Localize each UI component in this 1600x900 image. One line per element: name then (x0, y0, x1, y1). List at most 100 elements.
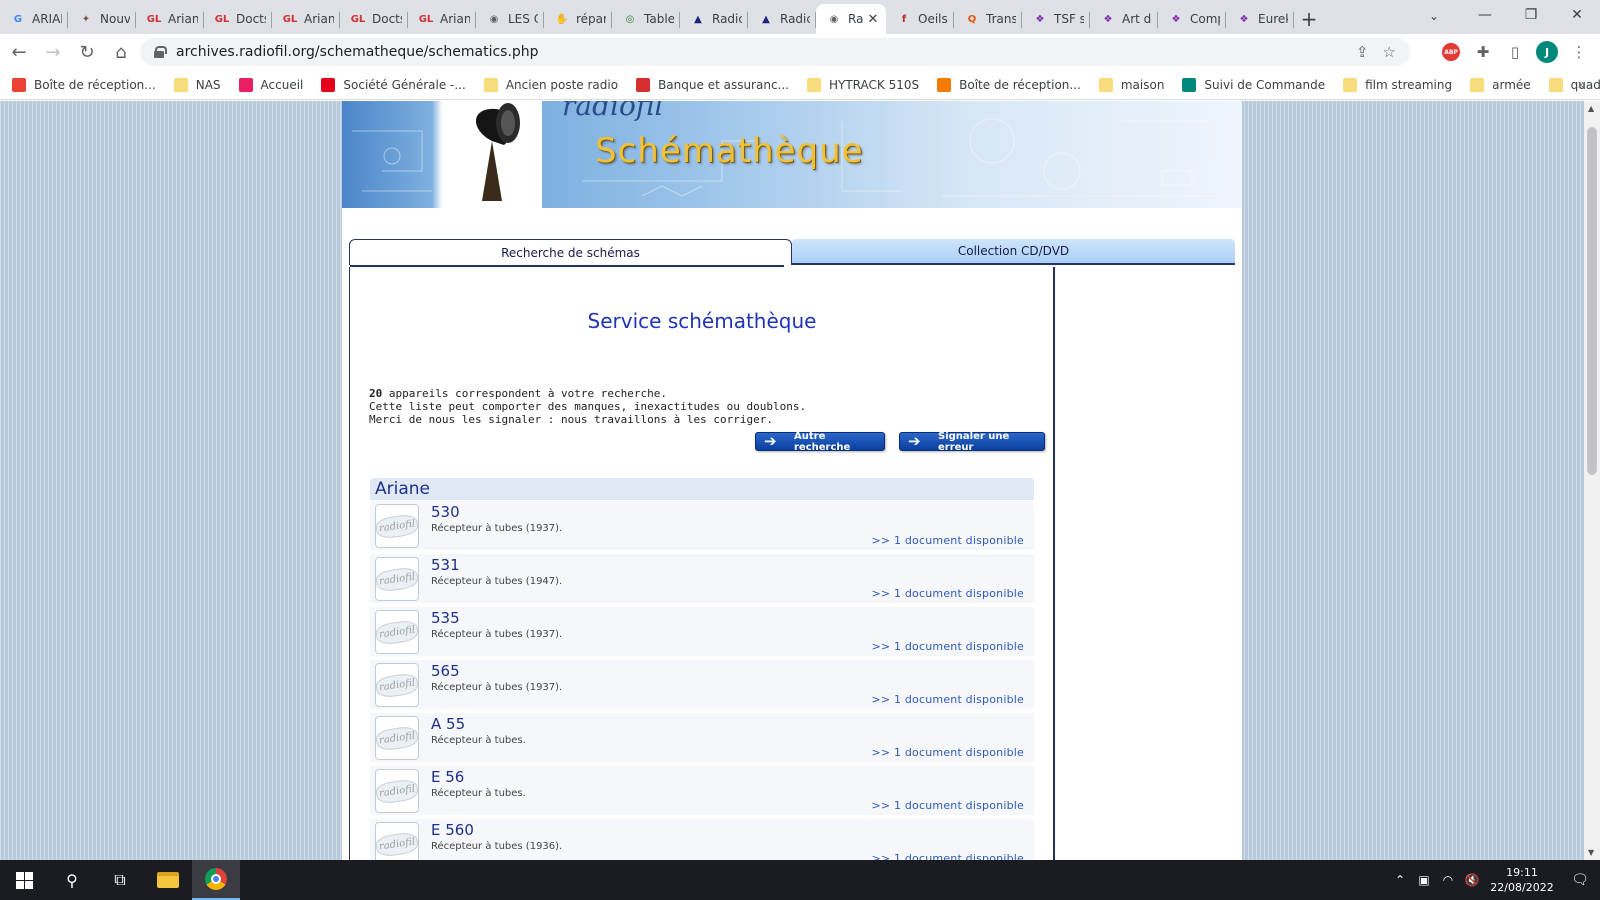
browser-tab[interactable]: GL Docts (340, 4, 408, 34)
list-item: radiofil A 55 Récepteur à tubes. >> 1 docum… (370, 713, 1034, 762)
model-link[interactable]: E 560 (431, 821, 474, 839)
task-view-icon[interactable]: ⧉ (96, 860, 144, 900)
reload-button[interactable]: ↻ (72, 37, 102, 67)
page-scrollbar[interactable]: ▲ ▼ (1584, 101, 1600, 860)
forward-button[interactable]: → (38, 37, 68, 67)
browser-tab[interactable]: ◉ LES C (476, 4, 544, 34)
bookmarks-overflow-icon[interactable]: » (1577, 77, 1586, 93)
browser-tab[interactable]: ▲ Radic (680, 4, 748, 34)
radiofil-thumbnail-icon[interactable]: radiofil (374, 610, 420, 654)
bookmark-item[interactable]: Ancien poste radio (483, 77, 618, 92)
minimize-button[interactable]: — (1462, 0, 1508, 30)
bookmark-item[interactable]: quad (1548, 77, 1600, 92)
site-logo[interactable] (442, 101, 542, 208)
puzzle-extensions-icon[interactable]: ✚ (1472, 41, 1494, 63)
tab-collection-cd-dvd[interactable]: Collection CD/DVD (792, 239, 1235, 265)
start-button[interactable] (0, 860, 48, 900)
bookmark-item[interactable]: Boîte de réception... (937, 77, 1081, 92)
document-available-link[interactable]: >> 1 document disponible (871, 852, 1024, 860)
page-container: radiofil Schémathèque Recherche de schém… (342, 101, 1242, 860)
radiofil-thumbnail-icon[interactable]: radiofil (374, 663, 420, 707)
model-link[interactable]: 535 (431, 609, 460, 627)
new-tab-button[interactable]: + (1294, 4, 1324, 34)
autre-recherche-button[interactable]: ➔ Autre recherche (755, 431, 885, 453)
tab-search-chevron-icon[interactable]: ⌄ (1420, 4, 1448, 28)
radiofil-thumbnail-icon[interactable]: radiofil (374, 504, 420, 548)
adblock-extension-icon[interactable]: ABP (1440, 41, 1462, 63)
document-available-link[interactable]: >> 1 document disponible (871, 640, 1024, 653)
model-link[interactable]: 530 (431, 503, 460, 521)
clock-time: 19:11 (1506, 866, 1538, 879)
browser-tab[interactable]: f Oeils (886, 4, 954, 34)
browser-tab[interactable]: ✦ Nouv (68, 4, 136, 34)
browser-tab-label: Art d (1122, 12, 1152, 26)
radiofil-thumbnail-icon[interactable]: radiofil (374, 822, 420, 860)
file-explorer-button[interactable] (144, 860, 192, 900)
browser-tab[interactable]: GL Arian (136, 4, 204, 34)
browser-tab[interactable]: GL Arian (272, 4, 340, 34)
home-button[interactable]: ⌂ (106, 37, 136, 67)
close-window-button[interactable]: ✕ (1554, 0, 1600, 30)
browser-tab[interactable]: G ARIAN (0, 4, 68, 34)
star-icon[interactable]: ☆ (1383, 43, 1396, 61)
volume-muted-icon[interactable]: 🔇 (1460, 873, 1484, 887)
browser-tab[interactable]: GL Arian (408, 4, 476, 34)
radiofil-thumbnail-icon[interactable]: radiofil (374, 557, 420, 601)
browser-tab[interactable]: ✋ répar (544, 4, 612, 34)
profile-avatar[interactable]: J (1536, 41, 1558, 63)
browser-tab[interactable]: ❖ TSF s (1022, 4, 1090, 34)
bookmark-item[interactable]: HYTRACK 510S (807, 77, 919, 92)
scroll-down-icon[interactable]: ▼ (1588, 848, 1594, 857)
share-icon[interactable]: ⇪ (1356, 43, 1369, 61)
browser-tab[interactable]: ❖ Art d (1090, 4, 1158, 34)
document-available-link[interactable]: >> 1 document disponible (871, 587, 1024, 600)
document-available-link[interactable]: >> 1 document disponible (871, 534, 1024, 547)
model-link[interactable]: 565 (431, 662, 460, 680)
wifi-icon[interactable]: ◠ (1436, 873, 1460, 887)
windows-logo-icon (15, 871, 33, 889)
notifications-icon[interactable]: 🗨 (1560, 872, 1600, 888)
radiofil-thumbnail-icon[interactable]: radiofil (374, 769, 420, 813)
system-clock[interactable]: 19:11 22/08/2022 (1484, 865, 1560, 895)
bookmark-item[interactable]: NAS (173, 77, 221, 92)
browser-tab[interactable]: GL Docts (204, 4, 272, 34)
address-bar[interactable]: archives.radiofil.org/schematheque/schem… (140, 38, 1410, 66)
model-link[interactable]: A 55 (431, 715, 465, 733)
browser-tab[interactable]: ◉ Ra ✕ (816, 4, 886, 34)
bookmark-item[interactable]: film streaming (1343, 77, 1452, 92)
scroll-up-icon[interactable]: ▲ (1588, 104, 1594, 113)
model-link[interactable]: E 56 (431, 768, 464, 786)
browser-tab[interactable]: Q Trans (954, 4, 1022, 34)
bookmark-item[interactable]: Accueil (238, 77, 303, 92)
browser-tab[interactable]: ▲ Radic (748, 4, 816, 34)
browser-tab[interactable]: ❖ Eurek (1226, 4, 1294, 34)
restore-button[interactable]: ❐ (1508, 0, 1554, 30)
search-icon[interactable]: ⚲ (48, 860, 96, 900)
browser-tab-label: TSF s (1054, 12, 1084, 26)
chrome-taskbar-button[interactable] (192, 860, 240, 900)
bookmark-item[interactable]: armée (1470, 77, 1531, 92)
bookmark-item[interactable]: maison (1098, 77, 1164, 92)
browser-tab[interactable]: ◎ Table (612, 4, 680, 34)
browser-tab[interactable]: ❖ Comp (1158, 4, 1226, 34)
close-tab-icon[interactable]: ✕ (867, 12, 878, 27)
tray-chevron-up-icon[interactable]: ⌃ (1388, 873, 1412, 887)
model-link[interactable]: 531 (431, 556, 460, 574)
bookmark-item[interactable]: Boîte de réception... (12, 77, 156, 92)
document-available-link[interactable]: >> 1 document disponible (871, 693, 1024, 706)
meet-now-icon[interactable]: ▣ (1412, 873, 1436, 887)
document-available-link[interactable]: >> 1 document disponible (871, 799, 1024, 812)
bookmark-item[interactable]: Banque et assuranc... (636, 77, 789, 92)
signaler-erreur-button[interactable]: ➔ Signaler une erreur (899, 431, 1045, 453)
lock-icon[interactable] (154, 46, 167, 58)
menu-kebab-icon[interactable]: ⋮ (1568, 41, 1590, 63)
scrollbar-thumb[interactable] (1587, 127, 1597, 475)
bookmark-item[interactable]: Suivi de Commande (1182, 77, 1325, 92)
radiofil-thumbnail-icon[interactable]: radiofil (374, 716, 420, 760)
bookmark-item[interactable]: Société Générale -... (321, 77, 466, 92)
document-available-link[interactable]: >> 1 document disponible (871, 746, 1024, 759)
back-button[interactable]: ← (4, 37, 34, 67)
tab-recherche-schemas[interactable]: Recherche de schémas (349, 239, 792, 265)
model-description: Récepteur à tubes (1937). (431, 682, 563, 693)
side-panel-icon[interactable]: ▯ (1504, 41, 1526, 63)
